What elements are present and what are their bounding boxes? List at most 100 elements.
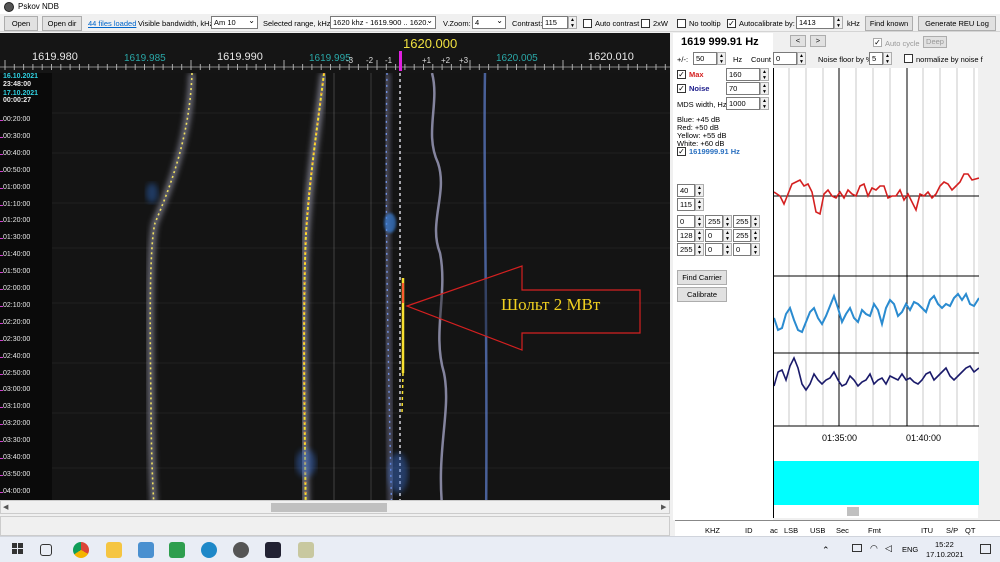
paint-icon[interactable] (298, 542, 314, 558)
plus-minus-input[interactable]: 50 (693, 52, 717, 65)
log-column-header[interactable]: KHZ (705, 526, 720, 535)
log-table[interactable]: KHZ ID ac LSB USB Sec Fmt ITU S/P QT (675, 520, 1000, 536)
max-spin[interactable]: ▲ ▼ (760, 68, 769, 81)
normalize-checkbox[interactable] (904, 54, 913, 63)
selected-range-select[interactable]: 1620 khz - 1619.900 .. 1620. (330, 16, 436, 29)
log-column-header[interactable]: Fmt (868, 526, 881, 535)
next-button[interactable]: > (810, 35, 826, 47)
rgb-value-input[interactable]: 255 (705, 215, 723, 228)
mds-spin[interactable]: ▲ ▼ (760, 97, 769, 110)
open-dir-button[interactable]: Open dir (42, 16, 82, 31)
rgb-value-spin[interactable]: ▲ ▼ (723, 229, 732, 242)
rgb-value-input[interactable]: 128 (677, 229, 695, 242)
value-40-input[interactable]: 40 (677, 184, 695, 197)
max-input[interactable]: 160 (726, 68, 760, 81)
max-checkbox[interactable]: ✓ (677, 70, 686, 79)
autocal-input[interactable]: 1413 (796, 16, 834, 29)
log-column-header[interactable]: ITU (921, 526, 933, 535)
rgb-value-input[interactable]: 255 (677, 243, 695, 256)
autocalibrate-checkbox[interactable]: ✓ (727, 19, 736, 28)
two-xw-checkbox[interactable] (641, 19, 650, 28)
spectrogram[interactable]: 1619.980 1619.985 1619.990 1619.995 1620… (0, 33, 670, 500)
freq-checkbox[interactable]: ✓ (677, 147, 686, 156)
rgb-value-spin[interactable]: ▲ ▼ (751, 215, 760, 228)
scroll-left-icon[interactable]: ◀ (3, 503, 8, 511)
sdr-app-icon[interactable] (265, 542, 281, 558)
horizontal-scrollbar[interactable]: ◀ ▶ (0, 500, 670, 514)
time-tick (0, 491, 3, 493)
rgb-value-spin[interactable]: ▲ ▼ (751, 243, 760, 256)
visible-bw-select[interactable]: Am 10 (211, 16, 258, 29)
tray-network-icon[interactable]: ◠ (870, 543, 878, 554)
plus-minus-spin[interactable]: ▲ ▼ (717, 52, 726, 65)
time-label: 03:40:00 (3, 454, 31, 461)
autocal-spin[interactable]: ▲ ▼ (834, 16, 843, 29)
noise-checkbox[interactable]: ✓ (677, 84, 686, 93)
waterfall-display[interactable]: Шольт 2 МВт (52, 73, 670, 500)
log-column-header[interactable]: LSB (784, 526, 798, 535)
windows-start-icon[interactable] (12, 543, 24, 555)
rgb-value-input[interactable]: 0 (733, 243, 751, 256)
log-column-header[interactable]: ac (770, 526, 778, 535)
noise-spin[interactable]: ▲ ▼ (760, 82, 769, 95)
rgb-value-input[interactable]: 0 (705, 243, 723, 256)
spreadsheet-icon[interactable] (169, 542, 185, 558)
tray-chevron-icon[interactable]: ⌃ (822, 545, 830, 556)
offset-label: -3 (346, 56, 354, 65)
rgb-value-spin[interactable]: ▲ ▼ (695, 229, 704, 242)
mds-input[interactable]: 1000 (726, 97, 760, 110)
log-column-header[interactable]: S/P (946, 526, 958, 535)
rgb-value-input[interactable]: 255 (733, 229, 751, 242)
rgb-value-spin[interactable]: ▲ ▼ (695, 215, 704, 228)
clock-date[interactable]: 17.10.2021 (926, 550, 964, 559)
value-40-spin[interactable]: ▲ ▼ (695, 184, 704, 197)
open-button[interactable]: Open (4, 16, 38, 31)
count-spin[interactable]: ▲ ▼ (797, 52, 806, 65)
rgb-value-input[interactable]: 0 (677, 215, 695, 228)
app-icon (4, 2, 14, 12)
scroll-thumb[interactable] (271, 503, 387, 512)
noise-input[interactable]: 70 (726, 82, 760, 95)
calibrate-button[interactable]: Calibrate (677, 287, 727, 302)
edge-icon[interactable] (201, 542, 217, 558)
contrast-spin[interactable]: ▲ ▼ (568, 16, 577, 29)
noise-floor-spin[interactable]: ▲ ▼ (883, 52, 892, 65)
log-column-header[interactable]: Sec (836, 526, 849, 535)
rgb-value-spin[interactable]: ▲ ▼ (695, 243, 704, 256)
language-indicator[interactable]: ENG (902, 545, 918, 554)
tray-battery-icon[interactable] (852, 544, 862, 552)
auto-contrast-checkbox[interactable] (583, 19, 592, 28)
log-column-header[interactable]: USB (810, 526, 825, 535)
generate-log-button[interactable]: Generate REU Log (918, 16, 996, 31)
count-input[interactable]: 0 (773, 52, 797, 65)
rgb-value-spin[interactable]: ▲ ▼ (751, 229, 760, 242)
log-column-header[interactable]: ID (745, 526, 753, 535)
document-app-icon[interactable] (138, 542, 154, 558)
files-loaded-link[interactable]: 44 files loaded (88, 19, 136, 28)
rgb-value-input[interactable]: 0 (705, 229, 723, 242)
deep-button[interactable]: Deep (923, 36, 947, 48)
scroll-right-icon[interactable]: ▶ (661, 503, 666, 511)
rgb-value-spin[interactable]: ▲ ▼ (723, 215, 732, 228)
log-column-header[interactable]: QT (965, 526, 975, 535)
graph-scroll-thumb[interactable] (847, 507, 859, 516)
notification-icon[interactable] (980, 544, 991, 554)
file-explorer-icon[interactable] (106, 542, 122, 558)
find-carrier-button[interactable]: Find Carrier (677, 270, 727, 285)
clock-time[interactable]: 15:22 (935, 540, 954, 549)
task-view-icon[interactable] (40, 544, 52, 556)
value-115-input[interactable]: 115 (677, 198, 695, 211)
find-known-button[interactable]: Find known (865, 16, 913, 31)
chrome-icon[interactable] (73, 542, 89, 558)
auto-cycle-checkbox[interactable]: ✓ (873, 38, 882, 47)
noise-floor-input[interactable]: 5 (869, 52, 883, 65)
value-115-spin[interactable]: ▲ ▼ (695, 198, 704, 211)
rgb-value-spin[interactable]: ▲ ▼ (723, 243, 732, 256)
vzoom-select[interactable]: 4 (472, 16, 506, 29)
pskov-ndb-app-icon[interactable] (233, 542, 249, 558)
rgb-value-input[interactable]: 255 (733, 215, 751, 228)
no-tooltip-checkbox[interactable] (677, 19, 686, 28)
tray-volume-icon[interactable]: ◁ (885, 543, 892, 554)
contrast-input[interactable]: 115 (542, 16, 568, 29)
prev-button[interactable]: < (790, 35, 806, 47)
